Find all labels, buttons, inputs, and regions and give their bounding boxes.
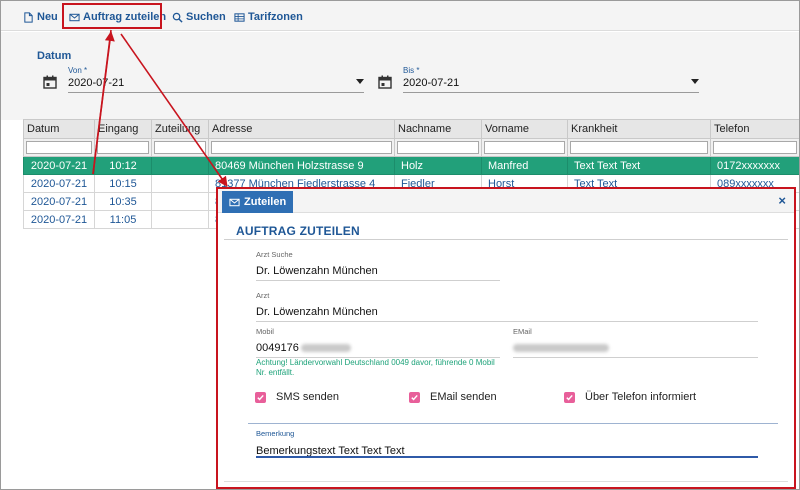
column-filter-input[interactable] <box>484 141 565 154</box>
tariff-zones-button-label: Tarifzonen <box>248 11 303 23</box>
date-from-value[interactable]: 2020-07-21 <box>68 77 124 89</box>
column-filter-input[interactable] <box>26 141 92 154</box>
date-filter-panel: Datum Von * 2020-07-21 Bis * 2020-07-21 <box>1 32 799 120</box>
column-filter-input[interactable] <box>211 141 392 154</box>
toolbar: Neu Auftrag zuteilen Suchen Tarifzonen <box>1 1 799 31</box>
search-button-label: Suchen <box>186 11 226 23</box>
date-from-field[interactable]: Von * 2020-07-21 <box>43 66 365 94</box>
new-button-label: Neu <box>37 11 58 23</box>
cell-eingang: 11:05 <box>94 210 152 229</box>
date-from-underline <box>68 92 364 93</box>
date-from-label: Von * <box>68 66 88 75</box>
column-filter-input[interactable] <box>97 141 149 154</box>
date-to-underline <box>403 92 699 93</box>
column-header-nachname[interactable]: Nachname <box>394 119 482 139</box>
cell-telefon: 0172xxxxxxx <box>710 156 799 175</box>
chevron-down-icon[interactable] <box>691 79 699 84</box>
column-header-vorname[interactable]: Vorname <box>481 119 568 139</box>
table-icon <box>234 12 245 22</box>
calendar-icon[interactable] <box>378 75 392 89</box>
highlight-box <box>216 187 796 489</box>
column-header-adresse[interactable]: Adresse <box>208 119 395 139</box>
cell-eingang: 10:12 <box>94 156 152 175</box>
column-header-zuteilung[interactable]: Zuteilung <box>151 119 209 139</box>
cell-adresse: 80469 München Holzstrasse 9 <box>208 156 395 175</box>
cell-vorname: Manfred <box>481 156 568 175</box>
column-header-telefon[interactable]: Telefon <box>710 119 799 139</box>
column-filter-input[interactable] <box>397 141 479 154</box>
cell-datum: 2020-07-21 <box>23 192 95 211</box>
file-icon <box>24 11 33 23</box>
cell-nachname: Holz <box>394 156 482 175</box>
grid-header-row: Datum Eingang Zuteilung Adresse Nachname… <box>23 119 799 139</box>
cell-zuteilung <box>151 192 209 211</box>
cell-datum: 2020-07-21 <box>23 210 95 229</box>
cell-zuteilung <box>151 156 209 175</box>
table-row-selected[interactable]: 2020-07-21 10:12 80469 München Holzstras… <box>23 156 799 175</box>
cell-zuteilung <box>151 174 209 193</box>
date-section-label: Datum <box>37 50 72 62</box>
column-header-krankheit[interactable]: Krankheit <box>567 119 711 139</box>
date-to-label: Bis * <box>403 66 420 75</box>
cell-eingang: 10:35 <box>94 192 152 211</box>
column-filter-input[interactable] <box>570 141 708 154</box>
cell-datum: 2020-07-21 <box>23 156 95 175</box>
cell-datum: 2020-07-21 <box>23 174 95 193</box>
grid-filter-row <box>23 138 799 157</box>
cell-eingang: 10:15 <box>94 174 152 193</box>
cell-krankheit: Text Text Text <box>567 156 711 175</box>
calendar-icon[interactable] <box>43 75 57 89</box>
column-header-datum[interactable]: Datum <box>23 119 95 139</box>
column-header-eingang[interactable]: Eingang <box>94 119 152 139</box>
new-button[interactable]: Neu <box>23 10 58 24</box>
column-filter-input[interactable] <box>713 141 797 154</box>
date-to-field[interactable]: Bis * 2020-07-21 <box>378 66 700 94</box>
app-window: Neu Auftrag zuteilen Suchen Tarifzonen D… <box>0 0 800 490</box>
highlight-box <box>62 3 162 29</box>
tariff-zones-button[interactable]: Tarifzonen <box>234 10 303 24</box>
column-filter-input[interactable] <box>154 141 206 154</box>
cell-zuteilung <box>151 210 209 229</box>
search-button[interactable]: Suchen <box>172 10 226 24</box>
chevron-down-icon[interactable] <box>356 79 364 84</box>
date-to-value[interactable]: 2020-07-21 <box>403 77 459 89</box>
search-icon <box>172 12 183 23</box>
